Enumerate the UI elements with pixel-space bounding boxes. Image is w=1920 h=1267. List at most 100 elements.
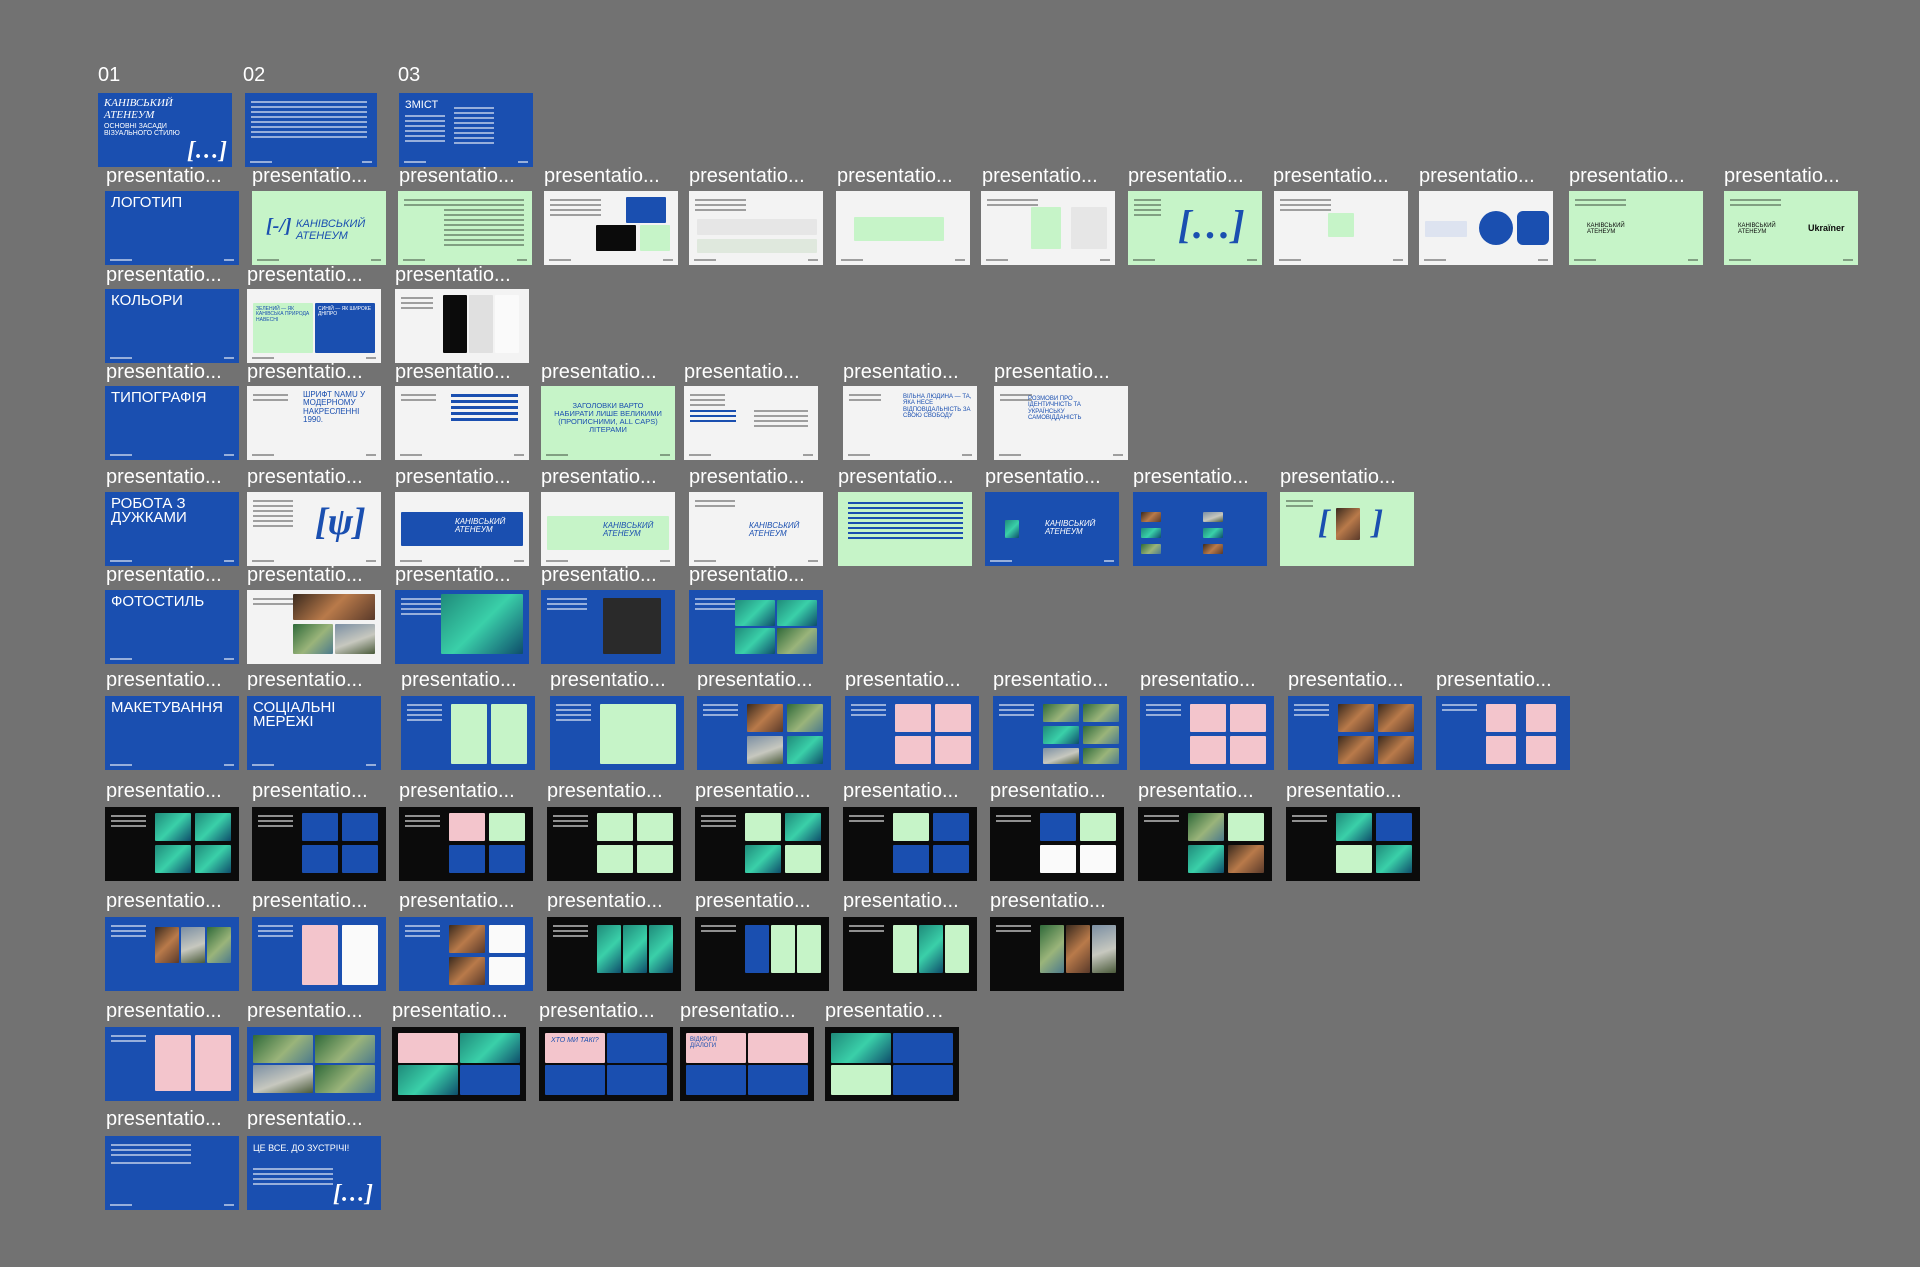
slide-row10-2[interactable]	[247, 1027, 381, 1101]
slide-caption[interactable]: presentatio...	[697, 669, 813, 691]
slide-row9-2[interactable]	[252, 917, 386, 991]
slide-social-3[interactable]	[697, 696, 831, 770]
slide-caption[interactable]: presentatio...	[106, 1108, 222, 1130]
slide-row10-5[interactable]: ВІДКРИТІ ДІАЛОГИ	[680, 1027, 814, 1101]
slide-caption[interactable]: presentatio...	[541, 466, 657, 488]
slide-photostyle-3[interactable]	[541, 590, 675, 664]
slide-caption[interactable]: presentatio...	[247, 264, 363, 286]
slide-caption[interactable]: presentatio...	[838, 466, 954, 488]
slide-caption[interactable]: presentatio...	[689, 466, 805, 488]
slide-photostyle-section[interactable]: ФОТОСТИЛЬ	[105, 590, 239, 664]
slide-logo-partners[interactable]: КАНІВСЬКИЙ АТЕНЕУМ	[1569, 191, 1703, 265]
slide-caption[interactable]: presentatio...	[695, 890, 811, 912]
slide-colors-main[interactable]: ЗЕЛЕНИЙ — ЯК КАНІВСЬКА ПРИРОДА НАВЕСНІ С…	[247, 289, 381, 363]
slide-typography-identity[interactable]: РОЗМОВИ ПРО ІДЕНТИЧНІСТЬ ТА УКРАЇНСЬКУ С…	[994, 386, 1128, 460]
slide-caption[interactable]: presentatio...	[395, 264, 511, 286]
slide-caption[interactable]: presentatio...	[247, 1000, 363, 1022]
slide-social-section[interactable]: СОЦІАЛЬНІ МЕРЕЖІ	[247, 696, 381, 770]
slide-row10-6[interactable]	[825, 1027, 959, 1101]
slide-caption[interactable]: presentatio...	[1724, 165, 1840, 187]
slide-caption[interactable]: presentatio...	[550, 669, 666, 691]
slide-caption[interactable]: presentatio...	[1273, 165, 1389, 187]
slide-caption[interactable]: presentatio...	[106, 165, 222, 187]
slide-caption[interactable]: presentatio...	[106, 890, 222, 912]
slide-caption[interactable]: presentatio...	[106, 1000, 222, 1022]
slide-brackets-trident[interactable]: [ψ]	[247, 492, 381, 566]
slide-logo-min[interactable]	[1274, 191, 1408, 265]
slide-caption[interactable]: presentatio...	[106, 564, 222, 586]
slide-caption[interactable]: presentatio...	[541, 361, 657, 383]
slide-caption[interactable]: presentatio...	[252, 780, 368, 802]
slide-caption[interactable]: presentatio...	[544, 165, 660, 187]
slide-logo-icons[interactable]	[1419, 191, 1553, 265]
slide-brackets-plain[interactable]: КАНІВСЬКИЙ АТЕНЕУМ	[689, 492, 823, 566]
slide-caption[interactable]: presentatio...	[1288, 669, 1404, 691]
slide-caption[interactable]: presentatio...	[247, 361, 363, 383]
slide-caption[interactable]: presentatio...	[1280, 466, 1396, 488]
slide-caption[interactable]: presentatio...	[247, 1108, 363, 1130]
slide-caption[interactable]: presentatio...	[990, 890, 1106, 912]
slide-caption[interactable]: presentatio...	[106, 466, 222, 488]
slide-caption[interactable]: presentatio...	[247, 466, 363, 488]
slide-caption[interactable]: presentatio...	[680, 1000, 796, 1022]
slide-logo-variants[interactable]	[689, 191, 823, 265]
slide-caption[interactable]: presentatio...	[395, 361, 511, 383]
slide-row10-1[interactable]	[105, 1027, 239, 1101]
slide-caption[interactable]: presentatio...	[843, 780, 959, 802]
slide-social-black-6[interactable]	[843, 807, 977, 881]
slide-caption[interactable]: presentatio...	[392, 1000, 508, 1022]
slide-brackets-section[interactable]: РОБОТА З ДУЖКАМИ	[105, 492, 239, 566]
slide-caption[interactable]: presentatio...	[1286, 780, 1402, 802]
slide-caption[interactable]: presentatio...	[252, 165, 368, 187]
slide-row9-4[interactable]	[547, 917, 681, 991]
slide-caption[interactable]: presentatio...	[399, 780, 515, 802]
slide-logo-text[interactable]	[398, 191, 532, 265]
slide-caption[interactable]: presentatio...	[689, 564, 805, 586]
slide-logo-sizes[interactable]	[836, 191, 970, 265]
slide-intro[interactable]	[245, 93, 377, 167]
slide-typography-font[interactable]: ШРИФТ NAMU У МОДЕРНОМУ НАКРЕСЛЕННІ 1990.	[247, 386, 381, 460]
slide-goodbye[interactable]: ЦЕ ВСЕ. ДО ЗУСТРІЧІ! […]	[247, 1136, 381, 1210]
slide-caption[interactable]: presentatio...	[547, 780, 663, 802]
slide-logo-bg[interactable]	[544, 191, 678, 265]
slide-logo-main[interactable]: КАНІВСЬКИЙ АТЕНЕУМ [-/]	[252, 191, 386, 265]
slide-social-4[interactable]	[845, 696, 979, 770]
slide-caption[interactable]: presentatio...	[399, 890, 515, 912]
slide-row10-3[interactable]	[392, 1027, 526, 1101]
slide-caption[interactable]: presentatio...	[106, 264, 222, 286]
slide-caption[interactable]: presentatio...	[539, 1000, 655, 1022]
slide-caption[interactable]: presentatio...	[247, 564, 363, 586]
slide-caption[interactable]: presentatio...	[993, 669, 1109, 691]
slide-caption[interactable]: presentatio...	[994, 361, 1110, 383]
slide-photostyle-4[interactable]	[689, 590, 823, 664]
slide-caption[interactable]: presentatio...	[1128, 165, 1244, 187]
slide-brackets-text[interactable]	[838, 492, 972, 566]
slide-social-black-1[interactable]	[105, 807, 239, 881]
slide-logo-ukrainer[interactable]: КАНІВСЬКИЙ АТЕНЕУМ Ukraїner	[1724, 191, 1858, 265]
slide-row9-5[interactable]	[695, 917, 829, 991]
slide-brackets-banner[interactable]: КАНІВСЬКИЙ АТЕНЕУМ	[395, 492, 529, 566]
slide-row9-6[interactable]	[843, 917, 977, 991]
slide-links[interactable]	[105, 1136, 239, 1210]
slide-caption[interactable]: presentatio...	[1569, 165, 1685, 187]
slide-colors-section[interactable]: КОЛЬОРИ	[105, 289, 239, 363]
slide-social-2[interactable]	[550, 696, 684, 770]
slide-caption[interactable]: presentatio...	[1436, 669, 1552, 691]
slide-caption[interactable]: presentatio...	[399, 165, 515, 187]
slide-caption[interactable]: presentatio...	[106, 361, 222, 383]
slide-caption[interactable]: presentatio...	[401, 669, 517, 691]
slide-brackets-photo[interactable]: КАНІВСЬКИЙ АТЕНЕУМ	[985, 492, 1119, 566]
slide-brackets-portrait[interactable]: [ ]	[1280, 492, 1414, 566]
slide-social-black-5[interactable]	[695, 807, 829, 881]
slide-social-black-4[interactable]	[547, 807, 681, 881]
slide-caption[interactable]: presentatio...	[985, 466, 1101, 488]
slide-caption[interactable]: presentatio...	[695, 780, 811, 802]
slide-social-black-8[interactable]	[1138, 807, 1272, 881]
slide-caption[interactable]: presentatio...	[106, 780, 222, 802]
slide-brackets-green-banner[interactable]: КАНІВСЬКИЙ АТЕНЕУМ	[541, 492, 675, 566]
slide-caption[interactable]: presentatio...	[1133, 466, 1249, 488]
slide-caption[interactable]: presentatio...	[395, 564, 511, 586]
slide-brackets-grid[interactable]	[1133, 492, 1267, 566]
slide-layout-section[interactable]: МАКЕТУВАННЯ	[105, 696, 239, 770]
slide-typography-quote[interactable]: ВІЛЬНА ЛЮДИНА — ТА, ЯКА НЕСЕ ВІДПОВІДАЛЬ…	[843, 386, 977, 460]
